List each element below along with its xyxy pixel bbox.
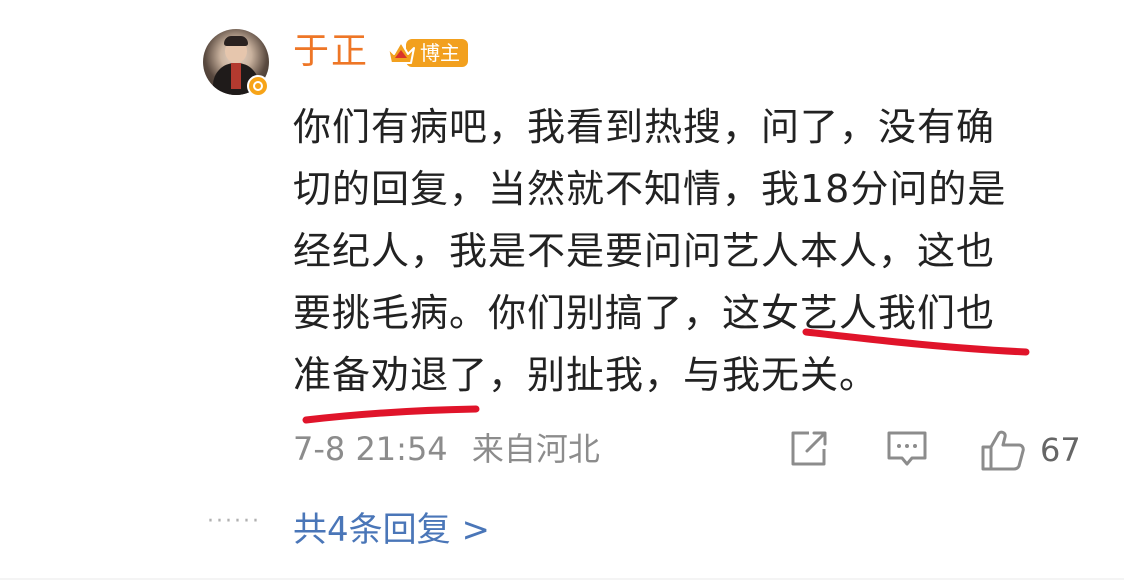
comment-text: 你们有病吧，我看到热搜，问了，没有确 切的回复，当然就不知情，我18分问的是 经… [293,96,1083,406]
reply-thread-dots: ······ [207,509,261,534]
share-icon [791,431,827,466]
comment-card: 于正 博主 你们有病吧，我看到热搜，问了，没有确 切的回复，当然就不知情，我18… [0,0,1124,583]
comment-text-line: 准备劝退了，别扯我，与我无关。 [293,353,879,397]
blogger-badge: 博主 [384,37,468,69]
divider [0,578,1124,580]
comment-meta: 7-8 21:54 来自河北 [293,426,600,472]
view-replies-link[interactable]: 共4条回复 > [293,506,490,554]
username[interactable]: 于正 [293,28,369,76]
comment-text-line: 要挑毛病。你们别搞了，这女艺人我们也 [293,291,996,335]
like-count: 67 [1040,431,1081,469]
location: 来自河北 [471,430,600,468]
comment-icon [887,431,927,466]
share-button[interactable] [787,428,829,470]
timestamp: 7-8 21:54 [293,430,448,468]
like-button[interactable]: 67 [980,428,1081,472]
comment-button[interactable] [885,428,929,470]
thumbs-up-icon [981,430,1025,471]
crown-icon [387,39,415,64]
verified-badge-icon [247,75,269,97]
comment-text-line: 你们有病吧，我看到热搜，问了，没有确 [293,105,996,149]
comment-text-line: 经纪人，我是不是要问问艺人本人，这也 [293,229,996,273]
comment-text-line: 切的回复，当然就不知情，我18分问的是 [293,167,1007,211]
